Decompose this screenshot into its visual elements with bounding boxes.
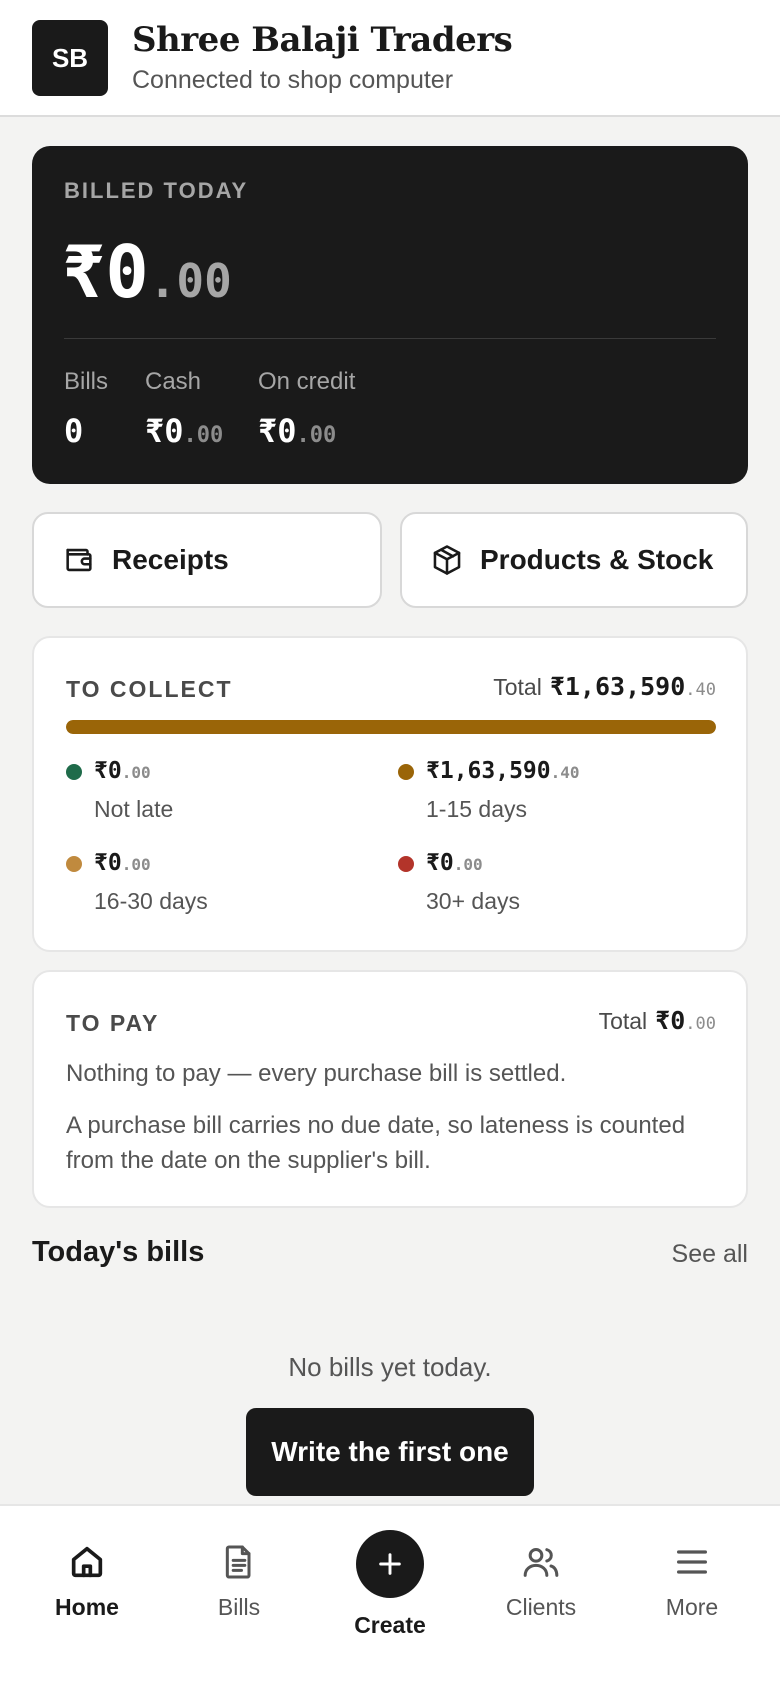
nav-bills[interactable]: Bills <box>174 1542 304 1621</box>
stat-label: Cash <box>145 368 202 395</box>
to-collect-card[interactable]: TO COLLECT Total ₹1,63,590.40 ₹0.00 Not l… <box>32 636 748 952</box>
bucket-amount: ₹1,63,590.40 <box>426 758 580 784</box>
billed-today-label: BILLED TODAY <box>64 178 249 203</box>
billed-today-card: BILLED TODAY ₹0.00 Bills 0 Cash ₹0.00 On… <box>32 146 748 484</box>
to-pay-note: A purchase bill carries no due date, so … <box>66 1112 686 1174</box>
receipts-label: Receipts <box>112 544 229 575</box>
bucket-label: 30+ days <box>426 888 520 914</box>
home-icon <box>71 1546 103 1578</box>
status-dot <box>398 856 414 872</box>
to-pay-title: TO PAY <box>66 1010 160 1036</box>
to-collect-progress-bar <box>66 720 716 734</box>
wallet-icon <box>66 548 92 572</box>
status-dot <box>66 764 82 780</box>
nav-create[interactable]: Create <box>325 1530 455 1639</box>
products-stock-label: Products & Stock <box>480 544 714 575</box>
status-dot <box>66 856 82 872</box>
bucket-1-15-days: ₹1,63,590.40 1-15 days <box>398 758 718 828</box>
document-icon <box>225 1545 251 1579</box>
to-pay-card[interactable]: TO PAY Total ₹0.00 Nothing to pay — every… <box>32 970 748 1208</box>
bottom-nav: Home Bills Create Clients More <box>0 1504 780 1688</box>
app-header: SB Shree Balaji Traders Connected to sho… <box>0 0 780 117</box>
nav-more-label: More <box>665 1594 719 1620</box>
bucket-label: Not late <box>94 796 174 822</box>
empty-state-message: No bills yet today. <box>288 1352 492 1382</box>
nav-create-label: Create <box>354 1612 426 1638</box>
bucket-label: 1-15 days <box>426 796 528 822</box>
bucket-amount: ₹0.00 <box>94 850 151 876</box>
stat-value: ₹0.00 <box>258 412 337 450</box>
to-collect-total: Total ₹1,63,590.40 <box>493 672 716 701</box>
nav-home[interactable]: Home <box>22 1542 152 1621</box>
bucket-16-30-days: ₹0.00 16-30 days <box>66 850 366 920</box>
bucket-amount: ₹0.00 <box>94 758 151 784</box>
nav-more[interactable]: More <box>627 1542 757 1621</box>
bucket-30-plus-days: ₹0.00 30+ days <box>398 850 718 920</box>
billed-amount-main: ₹0 <box>62 230 149 314</box>
divider <box>64 338 716 339</box>
menu-icon <box>677 1550 707 1574</box>
stat-value: 0 <box>64 412 84 450</box>
billed-amount-decimal: .00 <box>148 254 232 308</box>
write-first-bill-button[interactable]: Write the first one <box>246 1408 534 1496</box>
receipts-button[interactable]: Receipts <box>32 512 382 608</box>
connection-status: Connected to shop computer <box>132 66 454 94</box>
shop-name: Shree Balaji Traders <box>132 20 513 60</box>
create-button-circle[interactable] <box>356 1530 424 1598</box>
todays-bills-title: Today's bills <box>32 1236 205 1268</box>
nav-clients-label: Clients <box>505 1594 577 1620</box>
bucket-amount: ₹0.00 <box>426 850 483 876</box>
to-collect-title: TO COLLECT <box>66 676 233 702</box>
progress-fill-1-15-days <box>66 720 716 734</box>
users-icon <box>523 1548 559 1577</box>
nav-home-label: Home <box>55 1594 119 1620</box>
stat-cash: Cash ₹0.00 <box>145 368 223 450</box>
stat-bills: Bills 0 <box>64 368 108 450</box>
billed-today-amount: ₹0.00 <box>62 230 232 314</box>
stat-label: Bills <box>64 368 109 395</box>
bucket-not-late: ₹0.00 Not late <box>66 758 366 828</box>
bucket-label: 16-30 days <box>94 888 208 914</box>
products-stock-button[interactable]: Products & Stock <box>400 512 748 608</box>
stat-on-credit: On credit ₹0.00 <box>258 368 355 450</box>
stat-label: On credit <box>258 368 356 395</box>
to-pay-message: Nothing to pay — every purchase bill is … <box>66 1060 567 1087</box>
plus-icon <box>379 1553 401 1575</box>
box-icon <box>433 545 461 575</box>
shop-avatar[interactable]: SB <box>32 20 108 96</box>
to-pay-total: Total ₹0.00 <box>598 1006 716 1035</box>
stat-value: ₹0.00 <box>145 412 224 450</box>
status-dot <box>398 764 414 780</box>
nav-bills-label: Bills <box>217 1594 261 1620</box>
see-all-link[interactable]: See all <box>672 1240 748 1269</box>
nav-clients[interactable]: Clients <box>476 1542 606 1621</box>
